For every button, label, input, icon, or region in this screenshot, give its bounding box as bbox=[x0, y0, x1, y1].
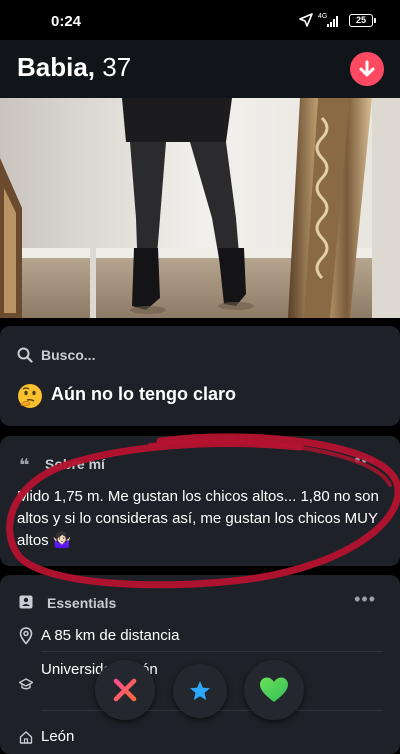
status-bar: 0:24 4G 25 bbox=[0, 0, 400, 40]
profile-header: Babia, 37 bbox=[0, 40, 400, 98]
about-more-button[interactable]: ••• bbox=[354, 450, 376, 471]
super-like-button[interactable] bbox=[173, 664, 227, 718]
about-label: Sobre mí bbox=[45, 456, 105, 472]
battery-level: 25 bbox=[355, 15, 366, 25]
divider bbox=[41, 651, 383, 652]
photo-illustration bbox=[0, 98, 400, 318]
home-text: León bbox=[41, 728, 75, 745]
thinking-face-icon bbox=[18, 384, 42, 408]
profile-name-age: Babia, 37 bbox=[17, 52, 131, 83]
nope-button[interactable] bbox=[95, 660, 155, 720]
looking-for-value: Aún no lo tengo claro bbox=[51, 384, 236, 404]
network-type: 4G bbox=[318, 13, 328, 20]
search-icon bbox=[17, 347, 33, 363]
profile-name: Babia, bbox=[17, 52, 96, 82]
about-card: ❝ Sobre mí ••• Mido 1,75 m. Me gustan lo… bbox=[0, 436, 400, 566]
status-time: 0:24 bbox=[51, 13, 82, 30]
navigation-arrow-icon bbox=[299, 13, 313, 27]
close-x-icon bbox=[113, 678, 137, 702]
about-text: Mido 1,75 m. Me gustan los chicos altos.… bbox=[17, 488, 379, 549]
essentials-label: Essentials bbox=[47, 595, 117, 611]
star-icon bbox=[190, 681, 210, 700]
essentials-row-home: León bbox=[0, 718, 400, 754]
graduation-cap-icon bbox=[19, 678, 33, 690]
collapse-profile-button[interactable] bbox=[350, 52, 384, 86]
home-icon bbox=[19, 731, 33, 744]
profile-age: 37 bbox=[102, 52, 132, 82]
location-pin-icon bbox=[19, 627, 33, 645]
heart-icon bbox=[260, 677, 288, 702]
looking-for-label: Busco... bbox=[41, 347, 96, 363]
like-button[interactable] bbox=[244, 660, 304, 720]
quote-icon: ❝ bbox=[19, 455, 30, 475]
profile-photo[interactable] bbox=[0, 98, 400, 318]
essentials-more-button[interactable]: ••• bbox=[354, 589, 376, 610]
id-card-icon bbox=[19, 595, 33, 609]
signal-icon bbox=[327, 16, 341, 27]
looking-for-card: Busco... Aún no lo tengo claro bbox=[0, 326, 400, 426]
distance-text: A 85 km de distancia bbox=[41, 627, 180, 644]
battery-icon: 25 bbox=[349, 14, 376, 27]
arrow-down-icon bbox=[359, 60, 375, 77]
